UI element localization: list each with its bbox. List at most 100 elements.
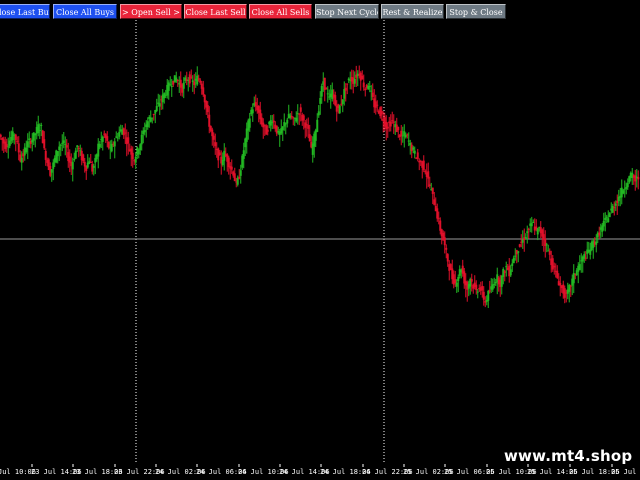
bull-candle — [320, 86, 323, 97]
bear-candle — [431, 187, 434, 194]
bull-candle — [52, 162, 55, 169]
bear-candle — [613, 207, 616, 209]
bear-candle — [475, 284, 478, 291]
close-last-buy-button[interactable]: lose Last Buy — [0, 4, 50, 19]
bear-candle — [0, 134, 2, 137]
bear-candle — [548, 250, 551, 255]
bull-candle — [347, 78, 350, 81]
bear-candle — [193, 81, 196, 86]
bear-candle — [482, 291, 485, 300]
bull-candle — [134, 156, 137, 163]
rest-and-realize-button[interactable]: Rest & Realize — [381, 4, 444, 19]
bear-candle — [82, 154, 85, 162]
bear-candle — [380, 110, 383, 115]
bull-candle — [64, 143, 67, 145]
bull-candle — [92, 165, 95, 168]
bear-candle — [83, 161, 86, 167]
close-all-buys-button[interactable]: Close All Buys — [53, 4, 117, 19]
bull-candle — [286, 119, 289, 124]
bear-candle — [17, 143, 20, 153]
open-sell-button[interactable]: > Open Sell > — [120, 4, 182, 19]
bull-candle — [457, 276, 460, 282]
bear-candle — [44, 150, 47, 160]
bear-candle — [122, 128, 125, 136]
bear-candle — [433, 199, 436, 205]
bull-candle — [524, 237, 527, 239]
bull-candle — [611, 205, 614, 213]
bear-candle — [199, 80, 202, 83]
bull-candle — [113, 141, 116, 147]
bear-candle — [569, 285, 572, 287]
bear-candle — [233, 173, 236, 182]
bull-candle — [196, 75, 199, 85]
bear-candle — [325, 88, 328, 90]
bull-candle — [530, 223, 533, 227]
bull-candle — [512, 257, 515, 264]
bull-candle — [182, 82, 185, 89]
bull-candle — [169, 84, 172, 86]
bull-candle — [511, 263, 514, 266]
bull-candle — [248, 118, 251, 128]
bear-candle — [454, 279, 457, 284]
bear-candle — [107, 141, 110, 148]
bear-candle — [416, 152, 419, 159]
bear-candle — [308, 134, 311, 142]
bull-candle — [295, 117, 298, 122]
bull-candle — [26, 141, 29, 148]
bear-candle — [77, 148, 80, 150]
bull-candle — [7, 146, 10, 148]
bull-candle — [73, 159, 76, 161]
bull-candle — [326, 93, 329, 95]
bear-candle — [376, 104, 379, 106]
bull-candle — [578, 264, 581, 271]
stop-and-close-button[interactable]: Stop & Close — [446, 4, 506, 19]
bull-candle — [11, 131, 14, 141]
bear-candle — [361, 75, 364, 80]
bear-candle — [302, 115, 305, 121]
stop-next-cycle-button[interactable]: Stop Next Cycle — [315, 4, 379, 19]
bear-candle — [272, 120, 275, 123]
bull-candle — [8, 140, 11, 146]
bull-candle — [140, 134, 143, 145]
bear-candle — [68, 156, 71, 163]
chart-window[interactable]: Jul 10:06 23 Jul 14:06 23 Jul 18:06 23 Jul … — [0, 0, 640, 480]
bear-candle — [470, 278, 473, 282]
bull-candle — [158, 103, 161, 107]
bull-candle — [455, 282, 458, 287]
bull-candle — [32, 132, 35, 141]
close-all-sells-button[interactable]: Close All Sells — [249, 4, 312, 19]
bull-candle — [316, 119, 319, 132]
bear-candle — [131, 152, 134, 160]
bear-candle — [439, 220, 442, 231]
bear-candle — [559, 282, 562, 286]
bull-candle — [56, 151, 59, 157]
bear-candle — [397, 126, 400, 131]
bear-candle — [424, 170, 427, 173]
bull-candle — [622, 190, 625, 194]
bear-candle — [427, 171, 430, 179]
bear-candle — [14, 134, 17, 140]
price-chart[interactable]: Jul 10:0623 Jul 14:0623 Jul 18:0623 Jul … — [0, 0, 640, 480]
close-last-sell-button[interactable]: Close Last Sell — [184, 4, 247, 19]
bear-candle — [266, 129, 269, 132]
bear-candle — [556, 270, 559, 278]
bear-candle — [481, 285, 484, 291]
bear-candle — [400, 130, 403, 137]
bull-candle — [34, 133, 37, 136]
bear-candle — [392, 121, 395, 123]
bull-candle — [625, 187, 628, 189]
bull-candle — [116, 137, 119, 139]
bear-candle — [188, 74, 191, 84]
bull-candle — [500, 275, 503, 287]
bear-candle — [443, 237, 446, 246]
bull-candle — [413, 150, 416, 154]
bull-candle — [514, 255, 517, 257]
bear-candle — [406, 134, 409, 136]
bull-candle — [139, 144, 142, 150]
bull-candle — [58, 146, 61, 151]
bear-candle — [637, 177, 640, 180]
bear-candle — [584, 257, 587, 259]
bull-candle — [170, 85, 173, 87]
bull-candle — [626, 183, 629, 188]
bull-candle — [25, 147, 28, 153]
